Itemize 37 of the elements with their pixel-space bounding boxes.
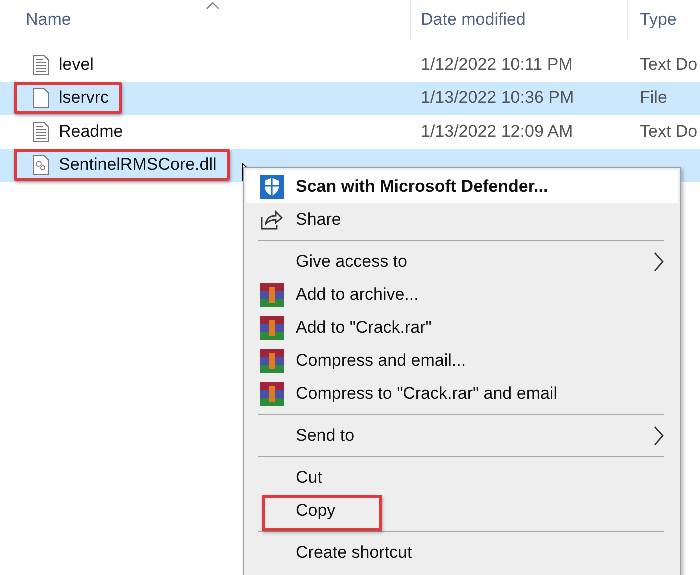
file-name: level bbox=[59, 54, 94, 75]
menu-item[interactable]: Add to archive... bbox=[246, 278, 678, 311]
archive-books-icon bbox=[260, 348, 284, 372]
date-modified: 1/13/2022 12:09 AM bbox=[421, 122, 574, 141]
menu-item[interactable]: Compress and email... bbox=[246, 344, 678, 377]
file-name: SentinelRMSCore.dll bbox=[59, 155, 217, 176]
file-row[interactable]: level 1/12/2022 10:11 PM Text Do bbox=[0, 48, 700, 82]
menu-item[interactable]: Copy bbox=[246, 494, 678, 527]
gear-file-icon bbox=[33, 155, 49, 176]
menu-item[interactable]: Give access to bbox=[246, 245, 678, 278]
text-file-icon bbox=[33, 54, 49, 75]
archive-books-icon bbox=[260, 282, 284, 306]
file-type: Text Do bbox=[640, 122, 698, 141]
file-type: File bbox=[640, 88, 668, 108]
file-type: Text Do bbox=[640, 54, 698, 74]
text-file-icon bbox=[33, 122, 49, 142]
file-name: lservrc bbox=[59, 88, 110, 108]
file-row[interactable]: lservrc 1/13/2022 10:36 PM File bbox=[0, 82, 700, 115]
menu-item[interactable]: Scan with Microsoft Defender... bbox=[246, 170, 678, 203]
menu-item[interactable]: Compress to "Crack.rar" and email bbox=[246, 377, 678, 410]
date-modified: 1/13/2022 10:36 PM bbox=[421, 88, 574, 108]
file-row[interactable]: Readme 1/13/2022 12:09 AM Text Do bbox=[0, 115, 700, 148]
share-icon bbox=[261, 210, 283, 230]
menu-item[interactable]: Cut bbox=[246, 461, 678, 494]
shield-icon bbox=[260, 174, 284, 198]
archive-books-icon bbox=[260, 382, 284, 406]
file-icon bbox=[33, 88, 49, 108]
column-header[interactable]: Name bbox=[26, 10, 72, 30]
menu-item[interactable]: Create shortcut bbox=[246, 536, 678, 569]
column-header[interactable]: Type bbox=[640, 10, 677, 30]
file-name: Readme bbox=[59, 122, 124, 142]
archive-books-icon bbox=[260, 316, 284, 340]
column-header[interactable]: Date modified bbox=[421, 10, 526, 30]
menu-item[interactable]: Share bbox=[246, 203, 678, 236]
menu-item[interactable]: Send to bbox=[246, 419, 678, 452]
date-modified: 1/12/2022 10:11 PM bbox=[421, 54, 573, 74]
menu-item[interactable]: Add to "Crack.rar" bbox=[246, 311, 678, 344]
